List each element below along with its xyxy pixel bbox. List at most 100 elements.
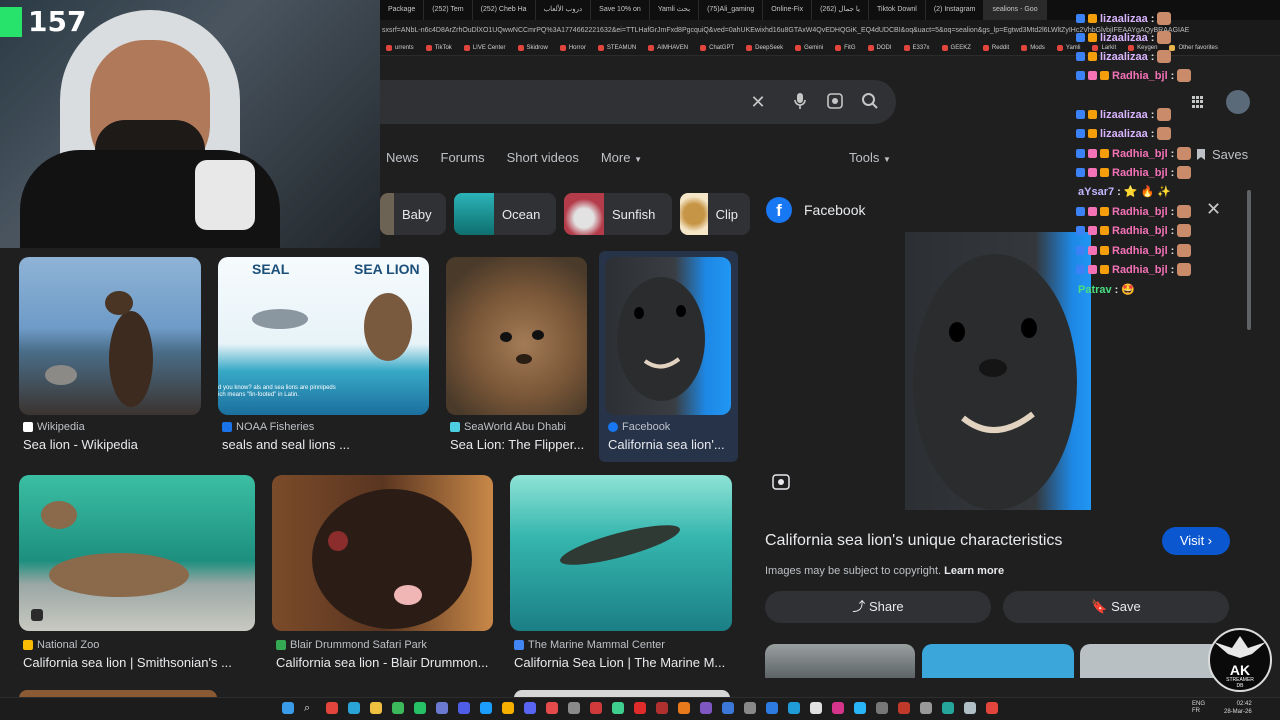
browser-tab[interactable]: (75)Ali_gaming [699, 0, 764, 20]
app-icon[interactable] [436, 702, 448, 714]
bookmark[interactable]: Reddit [977, 44, 1015, 51]
bookmark[interactable]: urrents [380, 44, 420, 51]
bookmark[interactable]: GEEKZ [936, 44, 977, 51]
microphone-icon[interactable] [790, 92, 810, 112]
app-icon[interactable] [678, 702, 690, 714]
apps-grid-icon[interactable] [1192, 96, 1204, 108]
app-icon[interactable] [810, 702, 822, 714]
save-button[interactable]: 🔖 Save [1003, 591, 1229, 623]
whatsapp-icon[interactable] [414, 702, 426, 714]
start-icon[interactable] [282, 702, 294, 714]
taskbar-clock[interactable]: 02:42 28-Mar-26 [1224, 700, 1252, 716]
app-icon[interactable] [568, 702, 580, 714]
panel-source[interactable]: Facebook [804, 202, 865, 218]
app-icon[interactable] [898, 702, 910, 714]
app-icon[interactable] [590, 702, 602, 714]
account-avatar[interactable] [1226, 90, 1250, 114]
browser-tab[interactable]: Online-Fix [763, 0, 813, 20]
browser-tab[interactable]: دروب الألعاب [536, 0, 592, 20]
clear-icon[interactable]: ✕ [748, 92, 768, 112]
share-button[interactable]: ⤴ Share [765, 591, 991, 623]
chip-ocean[interactable]: Ocean [454, 193, 556, 235]
related-image[interactable] [765, 644, 915, 678]
browser-tab-active[interactable]: sealions - Goo [984, 0, 1047, 20]
lens-search-icon[interactable] [772, 474, 790, 490]
panel-scrollbar[interactable] [1247, 190, 1251, 330]
app-icon[interactable] [942, 702, 954, 714]
app-icon[interactable] [766, 702, 778, 714]
app-icon[interactable] [458, 702, 470, 714]
bookmark[interactable]: Horror [554, 44, 592, 51]
bookmark-folder[interactable]: Other favorites [1163, 44, 1223, 51]
tab-short-videos[interactable]: Short videos [507, 150, 579, 168]
bookmark[interactable]: ChatGPT [694, 44, 740, 51]
infographic-caption: d you know? als and sea lions are pinnip… [218, 385, 336, 398]
browser-tab[interactable]: (252) Tem [424, 0, 473, 20]
browser-tab[interactable]: Package [380, 0, 425, 20]
discord-icon[interactable] [524, 702, 536, 714]
app-icon[interactable] [986, 702, 998, 714]
app-icon[interactable] [546, 702, 558, 714]
bookmark[interactable]: E337x [898, 44, 936, 51]
bookmark[interactable]: AIMHAVEN [642, 44, 694, 51]
bookmark[interactable]: DODI [862, 44, 898, 51]
browser-tab[interactable]: Save 10% on [591, 0, 650, 20]
app-icon[interactable] [656, 702, 668, 714]
browser-tab[interactable]: Tiktok Downl [869, 0, 926, 20]
browser-tab[interactable]: (252) Cheb Ha [473, 0, 536, 20]
app-icon[interactable] [502, 702, 514, 714]
result-card-selected[interactable]: Facebook California sea lion'... [599, 251, 738, 462]
folder-icon[interactable] [370, 702, 382, 714]
settings-icon[interactable] [964, 702, 976, 714]
app-icon[interactable] [788, 702, 800, 714]
browser-tab[interactable]: (262) يا جمال [812, 0, 870, 20]
language-indicator[interactable]: ENG FR [1192, 701, 1205, 715]
bookmark[interactable]: FitG [829, 44, 861, 51]
app-icon[interactable] [920, 702, 932, 714]
tab-more[interactable]: More ▼ [601, 150, 642, 168]
result-card[interactable]: Wikipedia Sea lion - Wikipedia [19, 257, 201, 457]
steam-icon[interactable] [480, 702, 492, 714]
app-icon[interactable] [876, 702, 888, 714]
result-card[interactable]: National Zoo California sea lion | Smith… [19, 475, 255, 675]
bookmark[interactable]: TikTok [420, 44, 458, 51]
tools-button[interactable]: Tools ▼ [849, 150, 891, 165]
chip-clip[interactable]: Clip [680, 193, 750, 235]
close-icon[interactable]: ✕ [1206, 199, 1221, 220]
saves-button[interactable]: Saves [1196, 147, 1248, 162]
app-icon[interactable] [854, 702, 866, 714]
bookmark[interactable]: Mods [1015, 44, 1051, 51]
app-icon[interactable] [612, 702, 624, 714]
visit-button[interactable]: Visit › [1162, 527, 1230, 555]
app-icon[interactable] [634, 702, 646, 714]
browser-tab[interactable]: Yamli بحث [650, 0, 700, 20]
app-icon[interactable] [722, 702, 734, 714]
app-icon[interactable] [700, 702, 712, 714]
result-card[interactable]: Blair Drummond Safari Park California se… [272, 475, 494, 675]
app-icon[interactable] [832, 702, 844, 714]
search-input[interactable] [360, 80, 896, 124]
bookmark[interactable]: STEAMUN [592, 44, 642, 51]
bookmark[interactable]: Gemini [789, 44, 829, 51]
panel-image[interactable] [905, 232, 1091, 510]
chip-sunfish[interactable]: Sunfish [564, 193, 672, 235]
result-card[interactable]: The Marine Mammal Center California Sea … [510, 475, 732, 675]
result-card[interactable]: SEAL SEA LION d you know? als and sea li… [218, 257, 430, 457]
tab-forums[interactable]: Forums [441, 150, 485, 168]
learn-more-link[interactable]: Learn more [944, 565, 1004, 577]
chip-baby[interactable]: Baby [380, 193, 446, 235]
search-icon[interactable] [860, 92, 880, 112]
browser-tab[interactable]: (2) Instagram [926, 0, 985, 20]
related-image[interactable] [922, 644, 1074, 678]
lens-icon[interactable] [825, 92, 845, 112]
brave-icon[interactable] [326, 702, 338, 714]
app-icon[interactable] [392, 702, 404, 714]
bookmark[interactable]: Skidrow [512, 44, 554, 51]
bookmark[interactable]: LIVE Center [458, 44, 512, 51]
edge-icon[interactable] [348, 702, 360, 714]
result-card[interactable]: SeaWorld Abu Dhabi Sea Lion: The Flipper… [446, 257, 588, 457]
search-icon[interactable]: ⌕ [304, 702, 316, 714]
bookmark[interactable]: DeepSeek [740, 44, 789, 51]
app-icon[interactable] [744, 702, 756, 714]
tab-news[interactable]: News [386, 150, 419, 168]
